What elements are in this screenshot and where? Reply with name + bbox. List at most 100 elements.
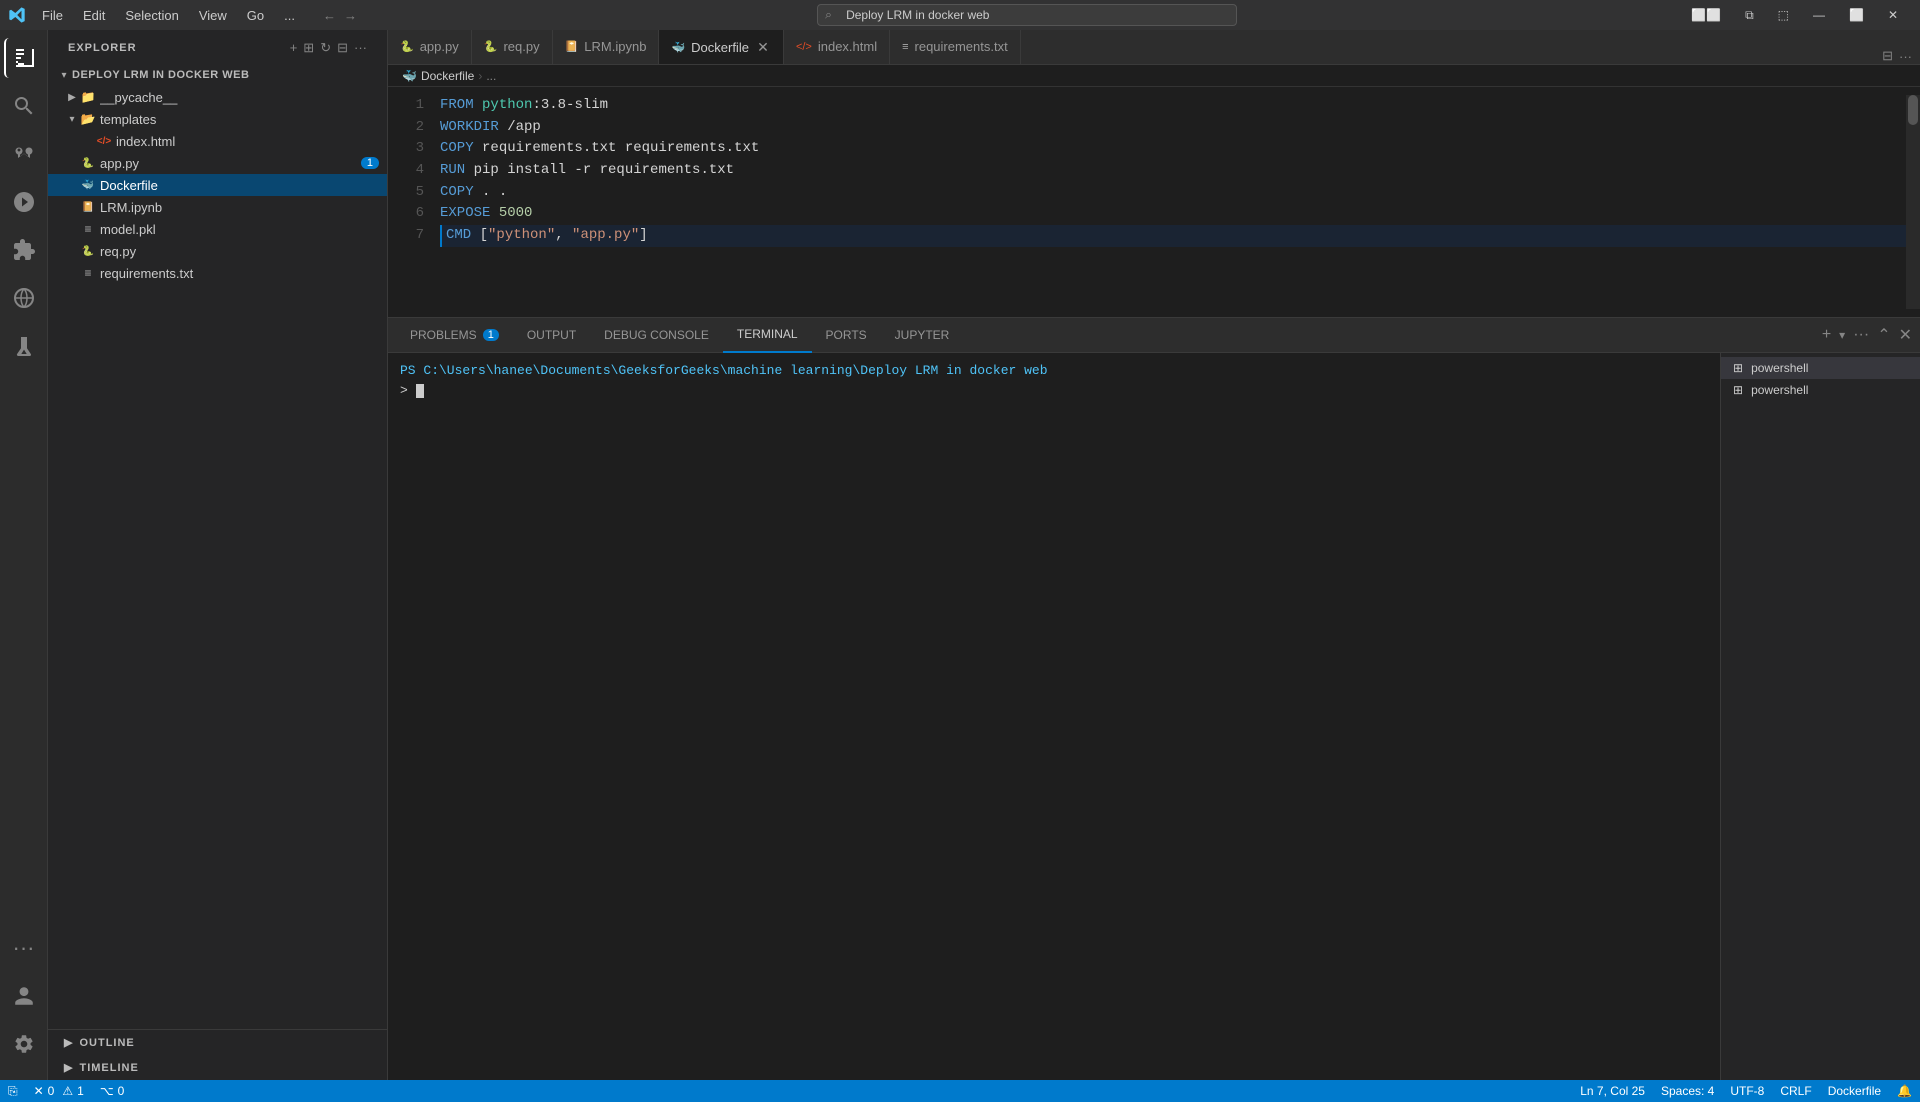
nav-back-icon[interactable]: ←: [323, 8, 336, 23]
add-terminal-icon[interactable]: +: [1822, 326, 1831, 344]
new-file-icon[interactable]: +: [290, 40, 298, 56]
sidebar-item-req-py[interactable]: 🐍 req.py: [48, 240, 387, 262]
breadcrumb-location: ...: [486, 69, 496, 83]
menu-file[interactable]: File: [34, 6, 71, 25]
tab-text-icon: ≡: [902, 41, 908, 53]
status-bar-right: Ln 7, Col 25 Spaces: 4 UTF-8 CRLF Docker…: [1572, 1080, 1920, 1102]
tab-bar-actions: ⊟ ···: [1874, 48, 1920, 64]
tab-bar-more-icon[interactable]: ···: [1899, 49, 1912, 64]
terminal-instance-1[interactable]: ⊞ powershell: [1721, 357, 1920, 379]
new-folder-icon[interactable]: ⊞: [303, 40, 314, 56]
output-tab[interactable]: OUTPUT: [513, 318, 590, 353]
terminal-cursor: [416, 384, 424, 398]
collapse-icon[interactable]: ⊟: [337, 40, 348, 56]
git-branch-icon: ⎘: [8, 1084, 18, 1099]
sidebar-item-pycache[interactable]: ▶ 📁 __pycache__: [48, 86, 387, 108]
remote-explorer-activity-icon[interactable]: [4, 278, 44, 318]
menu-view[interactable]: View: [191, 6, 235, 25]
sidebar-item-dockerfile[interactable]: 🐳 Dockerfile: [48, 174, 387, 196]
file-tree: ▾ DEPLOY LRM IN DOCKER WEB ▶ 📁 __pycache…: [48, 64, 387, 1029]
terminal-tab[interactable]: TERMINAL: [723, 318, 812, 353]
status-eol[interactable]: CRLF: [1772, 1080, 1819, 1102]
tab-dockerfile-close[interactable]: ✕: [755, 39, 771, 55]
layout-panel-icon[interactable]: ⬚: [1772, 8, 1795, 23]
terminal-instance-1-label: powershell: [1751, 361, 1808, 375]
timeline-chevron-icon: ▶: [64, 1061, 73, 1074]
menu-edit[interactable]: Edit: [75, 6, 113, 25]
sidebar-item-templates[interactable]: ▾ 📂 templates: [48, 108, 387, 130]
terminal-dropdown-icon[interactable]: ▾: [1839, 328, 1845, 342]
status-language[interactable]: Dockerfile: [1820, 1080, 1889, 1102]
terminal-instance-2[interactable]: ⊞ powershell: [1721, 379, 1920, 401]
search-input[interactable]: [817, 4, 1237, 26]
cursor-position: Ln 7, Col 25: [1580, 1084, 1645, 1098]
panel-more-icon[interactable]: ···: [1853, 326, 1869, 344]
status-cursor[interactable]: Ln 7, Col 25: [1572, 1080, 1653, 1102]
status-errors[interactable]: ✕ 0 ⚠ 1: [26, 1080, 92, 1102]
code-content[interactable]: FROM python:3.8-slim WORKDIR /app COPY r…: [436, 95, 1906, 309]
menu-selection[interactable]: Selection: [117, 6, 186, 25]
account-activity-icon[interactable]: [4, 976, 44, 1016]
close-button[interactable]: ✕: [1882, 8, 1904, 23]
req-py-name: req.py: [100, 244, 387, 259]
sidebar-item-model-pkl[interactable]: ≡ model.pkl: [48, 218, 387, 240]
menu-more[interactable]: ...: [276, 6, 303, 25]
cmd-bracket-open: [: [480, 225, 488, 247]
sidebar-menu-icon[interactable]: ···: [354, 40, 367, 56]
split-editor-icon[interactable]: ⊟: [1882, 48, 1893, 64]
explorer-activity-icon[interactable]: [4, 38, 44, 78]
editor-scrollbar[interactable]: [1906, 95, 1920, 309]
layout-icon[interactable]: ⬜⬜: [1685, 8, 1727, 23]
split-icon[interactable]: ⧉: [1739, 8, 1760, 23]
run-keyword: RUN: [440, 160, 474, 182]
from-keyword: FROM: [440, 95, 482, 117]
tab-app-py[interactable]: 🐍 app.py: [388, 30, 472, 64]
panel-close-icon[interactable]: ✕: [1899, 325, 1912, 345]
menu-go[interactable]: Go: [239, 6, 272, 25]
root-folder[interactable]: ▾ DEPLOY LRM IN DOCKER WEB: [48, 64, 387, 86]
tab-index-html[interactable]: </> index.html: [784, 30, 890, 64]
editor-scrollbar-thumb[interactable]: [1908, 95, 1918, 125]
html-file-icon: </>: [96, 133, 112, 149]
status-encoding[interactable]: UTF-8: [1722, 1080, 1772, 1102]
minimize-button[interactable]: —: [1807, 8, 1831, 23]
tab-dockerfile[interactable]: 🐳 Dockerfile ✕: [659, 30, 784, 64]
breadcrumb-file[interactable]: Dockerfile: [421, 69, 474, 83]
status-no-problems[interactable]: ⌥ 0: [92, 1080, 133, 1102]
tab-requirements[interactable]: ≡ requirements.txt: [890, 30, 1021, 64]
sidebar-item-app-py[interactable]: 🐍 app.py 1: [48, 152, 387, 174]
maximize-button[interactable]: ⬜: [1843, 8, 1870, 23]
run-debug-activity-icon[interactable]: [4, 182, 44, 222]
tab-req-py[interactable]: 🐍 req.py: [472, 30, 553, 64]
status-remote-icon[interactable]: ⎘: [0, 1080, 26, 1102]
expose-port: 5000: [499, 203, 533, 225]
ports-tab[interactable]: PORTS: [812, 318, 881, 353]
terminal-content[interactable]: PS C:\Users\hanee\Documents\GeeksforGeek…: [388, 353, 1720, 1080]
nav-forward-icon[interactable]: →: [344, 8, 357, 23]
tab-html-icon: </>: [796, 41, 812, 53]
timeline-section[interactable]: ▶ TIMELINE: [48, 1055, 387, 1080]
tab-lrm-ipynb[interactable]: 📔 LRM.ipynb: [553, 30, 660, 64]
status-notifications[interactable]: 🔔: [1889, 1080, 1920, 1102]
panel-area: PROBLEMS 1 OUTPUT DEBUG CONSOLE TERMINAL…: [388, 317, 1920, 1080]
debug-console-tab[interactable]: DEBUG CONSOLE: [590, 318, 723, 353]
code-line-1: FROM python:3.8-slim: [440, 95, 1906, 117]
outline-chevron-icon: ▶: [64, 1036, 73, 1049]
extensions-activity-icon[interactable]: [4, 230, 44, 270]
refresh-icon[interactable]: ↻: [320, 40, 331, 56]
sidebar-item-requirements[interactable]: ≡ requirements.txt: [48, 262, 387, 284]
outline-section[interactable]: ▶ OUTLINE: [48, 1030, 387, 1055]
code-line-2: WORKDIR /app: [440, 117, 1906, 139]
sidebar-item-index-html[interactable]: </> index.html: [48, 130, 387, 152]
status-spaces[interactable]: Spaces: 4: [1653, 1080, 1722, 1102]
settings-activity-icon[interactable]: [4, 1024, 44, 1064]
sidebar-item-lrm-ipynb[interactable]: 📔 LRM.ipynb: [48, 196, 387, 218]
panel-maximize-icon[interactable]: ⌃: [1877, 325, 1890, 345]
more-activity-icon[interactable]: ···: [4, 928, 44, 968]
source-control-activity-icon[interactable]: [4, 134, 44, 174]
search-activity-icon[interactable]: [4, 86, 44, 126]
jupyter-tab[interactable]: JUPYTER: [881, 318, 964, 353]
flask-activity-icon[interactable]: [4, 326, 44, 366]
problems-tab[interactable]: PROBLEMS 1: [396, 318, 513, 353]
sync-icon: ⌥: [100, 1084, 114, 1098]
